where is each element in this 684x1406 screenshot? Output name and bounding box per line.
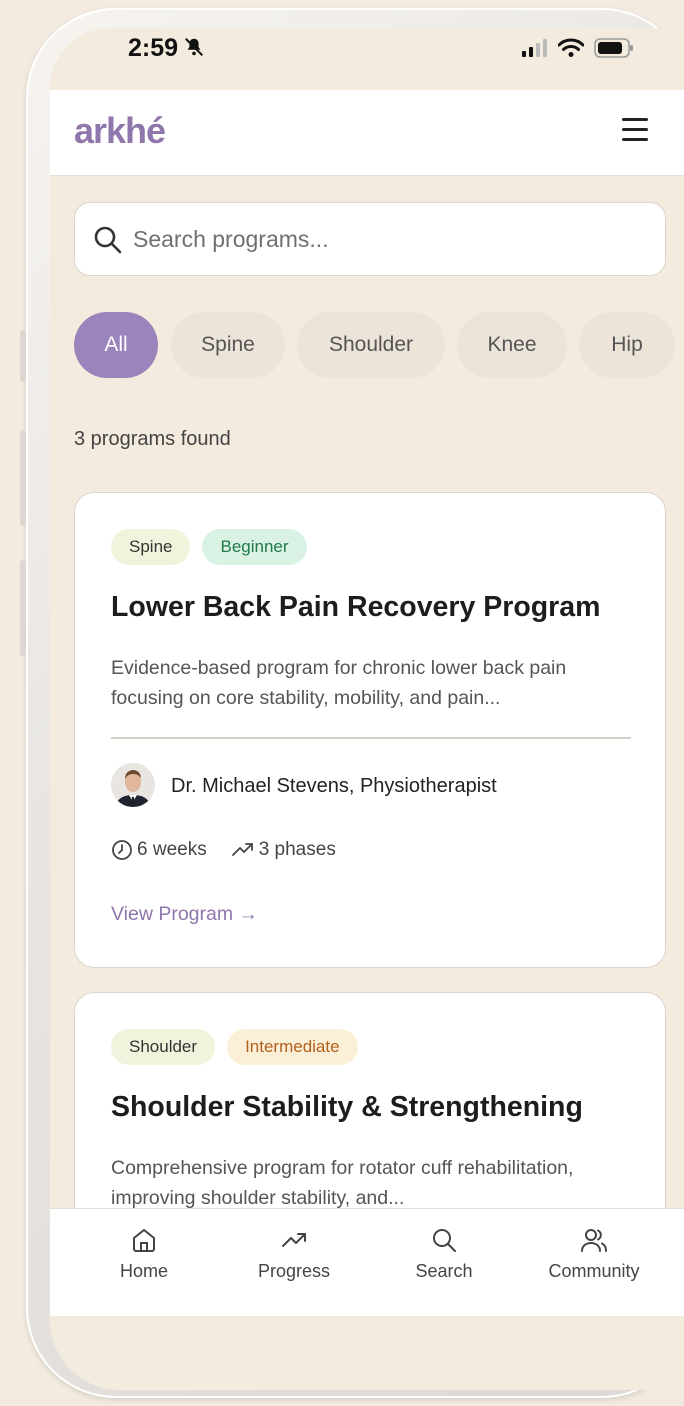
- cellular-signal-icon: [522, 39, 547, 57]
- hamburger-menu-icon[interactable]: [622, 118, 648, 142]
- app-screen: 2:59 arkhé Search programs... All Spine …: [50, 28, 684, 1390]
- filter-chip-hip[interactable]: Hip: [579, 312, 675, 378]
- level-tag: Intermediate: [227, 1029, 358, 1065]
- tab-community[interactable]: Community: [534, 1227, 654, 1282]
- author-avatar: [111, 763, 155, 807]
- level-tag: Beginner: [202, 529, 307, 565]
- bell-muted-icon: [185, 38, 203, 56]
- home-indicator-area: [50, 1316, 684, 1390]
- tab-community-label: Community: [548, 1261, 640, 1281]
- category-tag: Shoulder: [111, 1029, 216, 1065]
- bottom-tab-bar: Home Progress Search Community: [50, 1208, 684, 1316]
- volume-up-button: [20, 430, 26, 526]
- duration-label: 6 weeks: [137, 839, 207, 860]
- status-icons: [522, 38, 634, 58]
- volume-down-button: [20, 560, 26, 656]
- program-description: Evidence-based program for chronic lower…: [111, 657, 567, 709]
- phases-meta: 3 phases: [231, 839, 336, 861]
- phases-label: 3 phases: [258, 839, 336, 860]
- tab-search[interactable]: Search: [384, 1227, 504, 1282]
- tab-home-label: Home: [119, 1261, 168, 1281]
- filter-chip-all[interactable]: All: [74, 312, 158, 378]
- search-icon: [94, 226, 122, 254]
- duration-meta: 6 weeks: [111, 839, 207, 861]
- view-program-link[interactable]: View Program →: [111, 903, 258, 926]
- status-time: 2:59: [128, 34, 179, 62]
- users-icon: [581, 1229, 607, 1252]
- wifi-icon: [558, 38, 584, 57]
- filter-chip-knee[interactable]: Knee: [457, 312, 567, 378]
- search-input[interactable]: [133, 217, 633, 261]
- program-title: Lower Back Pain Recovery Program: [111, 591, 601, 623]
- filter-chip-shoulder[interactable]: Shoulder: [297, 312, 445, 378]
- category-tag: Spine: [111, 529, 191, 565]
- status-bar: 2:59: [50, 28, 684, 90]
- program-tags: Shoulder Intermediate: [111, 1029, 358, 1065]
- program-meta: 6 weeks 3 phases: [111, 839, 336, 861]
- search-icon: [433, 1229, 456, 1252]
- card-divider: [111, 737, 631, 739]
- search-bar[interactable]: [74, 202, 666, 276]
- person-portrait-icon: [111, 763, 155, 807]
- filter-chip-spine[interactable]: Spine: [171, 312, 285, 378]
- program-description: Comprehensive program for rotator cuff r…: [111, 1157, 574, 1209]
- app-logo[interactable]: arkhé: [74, 110, 166, 152]
- trending-icon: [282, 1233, 306, 1247]
- tab-home[interactable]: Home: [84, 1227, 204, 1282]
- program-card[interactable]: Spine Beginner Lower Back Pain Recovery …: [74, 492, 666, 968]
- home-icon: [133, 1229, 155, 1252]
- battery-icon: [594, 38, 633, 58]
- trending-up-icon: [231, 843, 253, 856]
- filter-chips: All Spine Shoulder Knee Hip: [74, 312, 684, 378]
- tab-search-label: Search: [415, 1261, 473, 1281]
- clock-icon: [112, 840, 132, 860]
- tab-progress-label: Progress: [257, 1261, 331, 1281]
- program-tags: Spine Beginner: [111, 529, 307, 565]
- author-name: Dr. Michael Stevens, Physiotherapist: [171, 775, 497, 797]
- app-header: arkhé: [50, 90, 684, 176]
- program-title: Shoulder Stability & Strengthening: [111, 1091, 583, 1123]
- tab-progress[interactable]: Progress: [234, 1227, 354, 1282]
- results-count: 3 programs found: [74, 428, 231, 450]
- mute-switch: [20, 330, 26, 382]
